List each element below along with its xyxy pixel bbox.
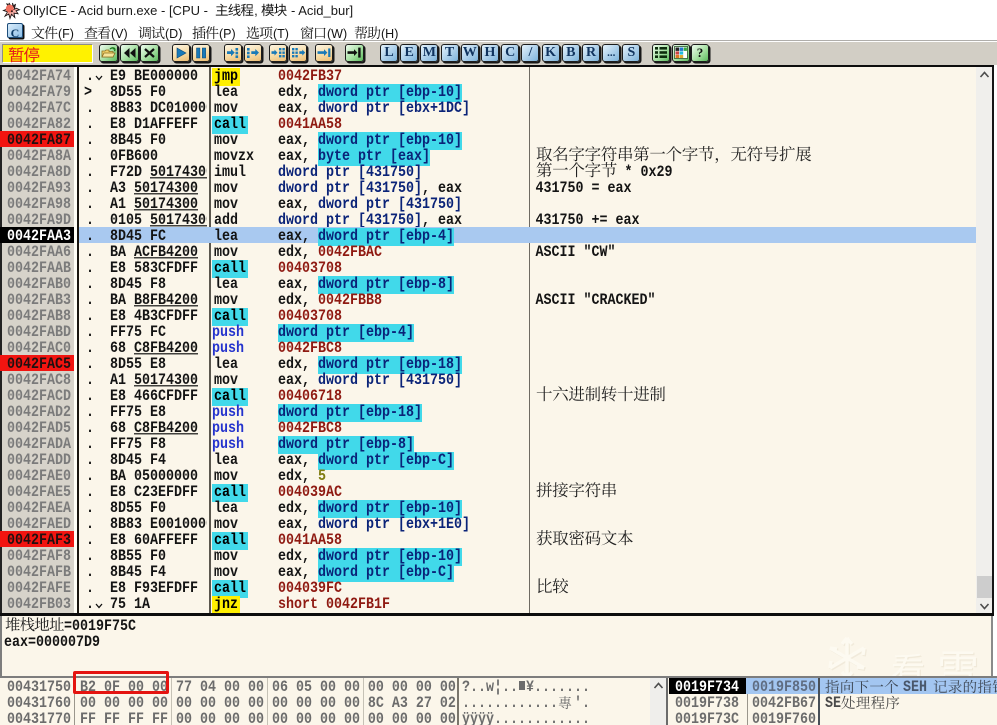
svg-text:?: ? (696, 45, 703, 60)
